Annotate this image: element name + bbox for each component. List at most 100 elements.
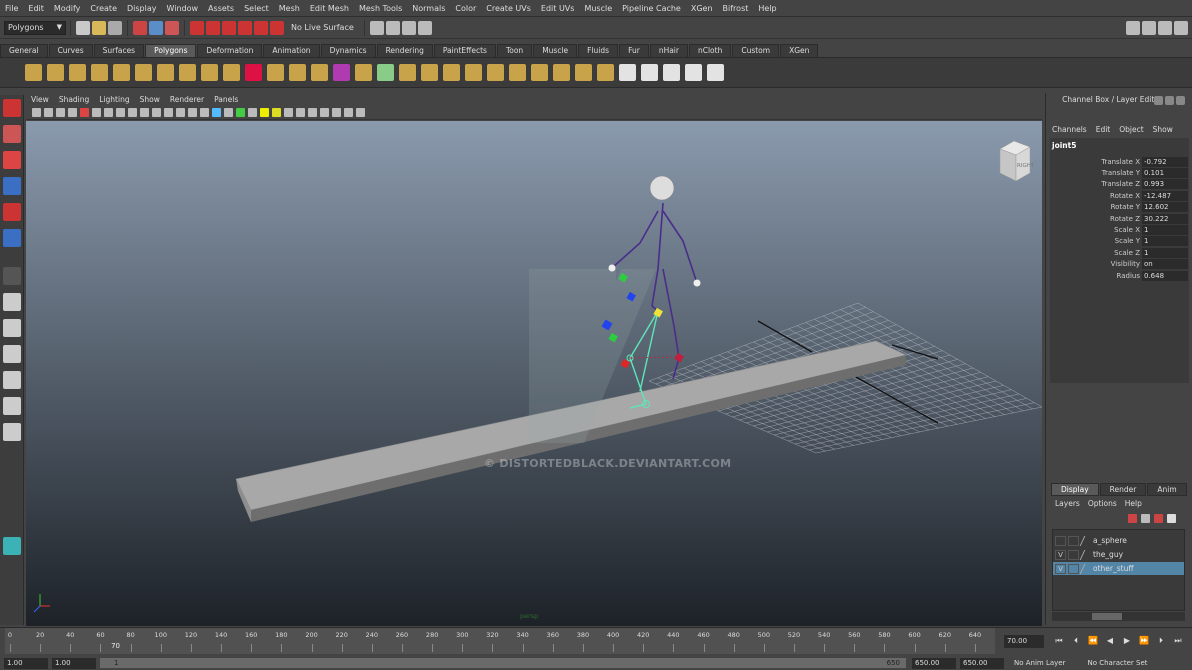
shelf-tool-24-icon[interactable] <box>530 64 548 81</box>
channel-value-field[interactable]: 1 <box>1142 225 1188 236</box>
viewport-tool-14-icon[interactable] <box>187 107 197 117</box>
shelf-tool-12-icon[interactable] <box>266 64 284 81</box>
play-backwards-icon[interactable]: ◀ <box>1105 636 1115 646</box>
channel-row[interactable]: Scale Z1 <box>1050 247 1189 258</box>
select-hierarchy-icon[interactable] <box>133 20 147 35</box>
channel-value-field[interactable]: 1 <box>1142 247 1188 258</box>
scrollbar-thumb[interactable] <box>1092 613 1122 620</box>
attribute-editor-icon[interactable] <box>1142 20 1156 35</box>
shelf-tab-general[interactable]: General <box>0 44 48 57</box>
menu-edit-mesh[interactable]: Edit Mesh <box>305 4 354 13</box>
shelf-tool-26-icon[interactable] <box>574 64 592 81</box>
shelf-tool-19-icon[interactable] <box>420 64 438 81</box>
menu-mesh[interactable]: Mesh <box>274 4 305 13</box>
viewport-menu-panels[interactable]: Panels <box>209 95 243 104</box>
playback-start-field[interactable]: 1.00 <box>52 657 96 669</box>
channel-box-icon[interactable] <box>1174 20 1188 35</box>
rotate-tool-icon[interactable] <box>3 203 21 221</box>
menu-edit-uvs[interactable]: Edit UVs <box>536 4 580 13</box>
shelf-tab-toon[interactable]: Toon <box>496 44 533 57</box>
shelf-tab-custom[interactable]: Custom <box>732 44 780 57</box>
channel-box-menu-channels[interactable]: Channels <box>1052 125 1087 134</box>
shelf-tool-9-icon[interactable] <box>200 64 218 81</box>
character-set-dropdown[interactable]: No Character Set <box>1087 659 1147 667</box>
snap-curve-icon[interactable] <box>206 20 220 35</box>
viewport-menu-lighting[interactable]: Lighting <box>94 95 134 104</box>
viewport-tool-7-icon[interactable] <box>103 107 113 117</box>
shelf-tab-rendering[interactable]: Rendering <box>376 44 433 57</box>
channel-value-field[interactable]: 30.222 <box>1142 213 1188 224</box>
menu-modify[interactable]: Modify <box>49 4 86 13</box>
viewport-persp[interactable]: RIGHT persp © DISTORTEDBLACK.DEVIANTART.… <box>26 121 1042 626</box>
viewport-tool-24-icon[interactable] <box>307 107 317 117</box>
channel-row[interactable]: Translate X -0.792 <box>1050 156 1189 167</box>
layer-tab-render[interactable]: Render <box>1099 483 1147 496</box>
viewport-tool-19-icon[interactable] <box>247 107 257 117</box>
shelf-tool-3-icon[interactable] <box>68 64 86 81</box>
outliner-layout-icon[interactable] <box>3 345 21 363</box>
move-layer-down-icon[interactable] <box>1167 514 1176 523</box>
view-cube-shape[interactable] <box>996 139 1032 183</box>
shelf-tab-deformation[interactable]: Deformation <box>197 44 263 57</box>
animation-end-field[interactable]: 650.00 <box>960 657 1004 669</box>
playback-end-field[interactable]: 650.00 <box>912 657 956 669</box>
channel-row[interactable]: Rotate Z 30.222 <box>1050 213 1189 224</box>
character-head[interactable] <box>649 175 675 201</box>
menu-xgen[interactable]: XGen <box>686 4 718 13</box>
viewport-tool-9-icon[interactable] <box>127 107 137 117</box>
channel-row[interactable]: Radius 0.648 <box>1050 270 1189 281</box>
shelf-tool-2-icon[interactable] <box>46 64 64 81</box>
new-layer-selected-icon[interactable] <box>1128 514 1137 523</box>
viewport-tool-22-icon[interactable] <box>283 107 293 117</box>
modeling-toolkit-icon[interactable] <box>1126 20 1140 35</box>
go-to-end-icon[interactable]: ⏭ <box>1173 636 1183 646</box>
shelf-tool-22-icon[interactable] <box>486 64 504 81</box>
viewport-tool-17-icon[interactable] <box>223 107 233 117</box>
channel-row[interactable]: Translate Z 0.993 <box>1050 179 1189 190</box>
viewport-tool-5-icon[interactable] <box>79 107 89 117</box>
layer-menu-options[interactable]: Options <box>1088 499 1117 508</box>
menu-select[interactable]: Select <box>239 4 274 13</box>
shelf-tool-28-icon[interactable] <box>618 64 636 81</box>
menu-file[interactable]: File <box>0 4 23 13</box>
snap-surface-icon[interactable] <box>254 20 268 35</box>
shelf-tool-25-icon[interactable] <box>552 64 570 81</box>
layer-menu-layers[interactable]: Layers <box>1055 499 1080 508</box>
shelf-tab-surfaces[interactable]: Surfaces <box>93 44 145 57</box>
shelf-tab-fluids[interactable]: Fluids <box>578 44 619 57</box>
shelf-tool-5-icon[interactable] <box>112 64 130 81</box>
anim-layer-dropdown[interactable]: No Anim Layer <box>1014 659 1065 667</box>
channel-row[interactable]: Visibility on <box>1050 259 1189 270</box>
viewport-menu-view[interactable]: View <box>26 95 54 104</box>
layer-row[interactable]: Vthe_guy <box>1053 548 1184 561</box>
channel-row[interactable]: Scale Y1 <box>1050 236 1189 247</box>
step-forward-icon[interactable]: ⏵ <box>1156 636 1166 646</box>
viewport-tool-26-icon[interactable] <box>331 107 341 117</box>
channel-box-menu-show[interactable]: Show <box>1153 125 1173 134</box>
layer-list-scrollbar[interactable] <box>1052 612 1185 621</box>
shelf-tool-16-icon[interactable] <box>354 64 372 81</box>
object-name[interactable]: joint5 <box>1050 138 1189 153</box>
shelf-tool-18-icon[interactable] <box>398 64 416 81</box>
layer-row[interactable]: Vother_stuff <box>1053 562 1184 575</box>
shelf-tool-13-icon[interactable] <box>288 64 306 81</box>
menu-bifrost[interactable]: Bifrost <box>718 4 754 13</box>
new-scene-icon[interactable] <box>76 20 90 35</box>
viewport-tool-13-icon[interactable] <box>175 107 185 117</box>
layer-tab-display[interactable]: Display <box>1051 483 1099 496</box>
shelf-tool-32-icon[interactable] <box>706 64 724 81</box>
channel-value-field[interactable]: 12.602 <box>1142 202 1188 213</box>
shelf-tool-6-icon[interactable] <box>134 64 152 81</box>
dope-sheet-layout-icon[interactable] <box>3 423 21 441</box>
shelf-tool-29-icon[interactable] <box>640 64 658 81</box>
paint-select-tool-icon[interactable] <box>3 151 21 169</box>
hypershade-layout-icon[interactable] <box>3 397 21 415</box>
layer-playback-toggle[interactable] <box>1068 549 1079 560</box>
single-pane-layout-icon[interactable] <box>3 293 21 311</box>
shelf-tool-31-icon[interactable] <box>684 64 702 81</box>
viewport-tool-16-icon[interactable] <box>211 107 221 117</box>
step-back-icon[interactable]: ⏴ <box>1071 636 1081 646</box>
layer-tab-anim[interactable]: Anim <box>1147 483 1187 496</box>
shelf-tab-fur[interactable]: Fur <box>619 44 649 57</box>
scale-tool-icon[interactable] <box>3 229 21 247</box>
